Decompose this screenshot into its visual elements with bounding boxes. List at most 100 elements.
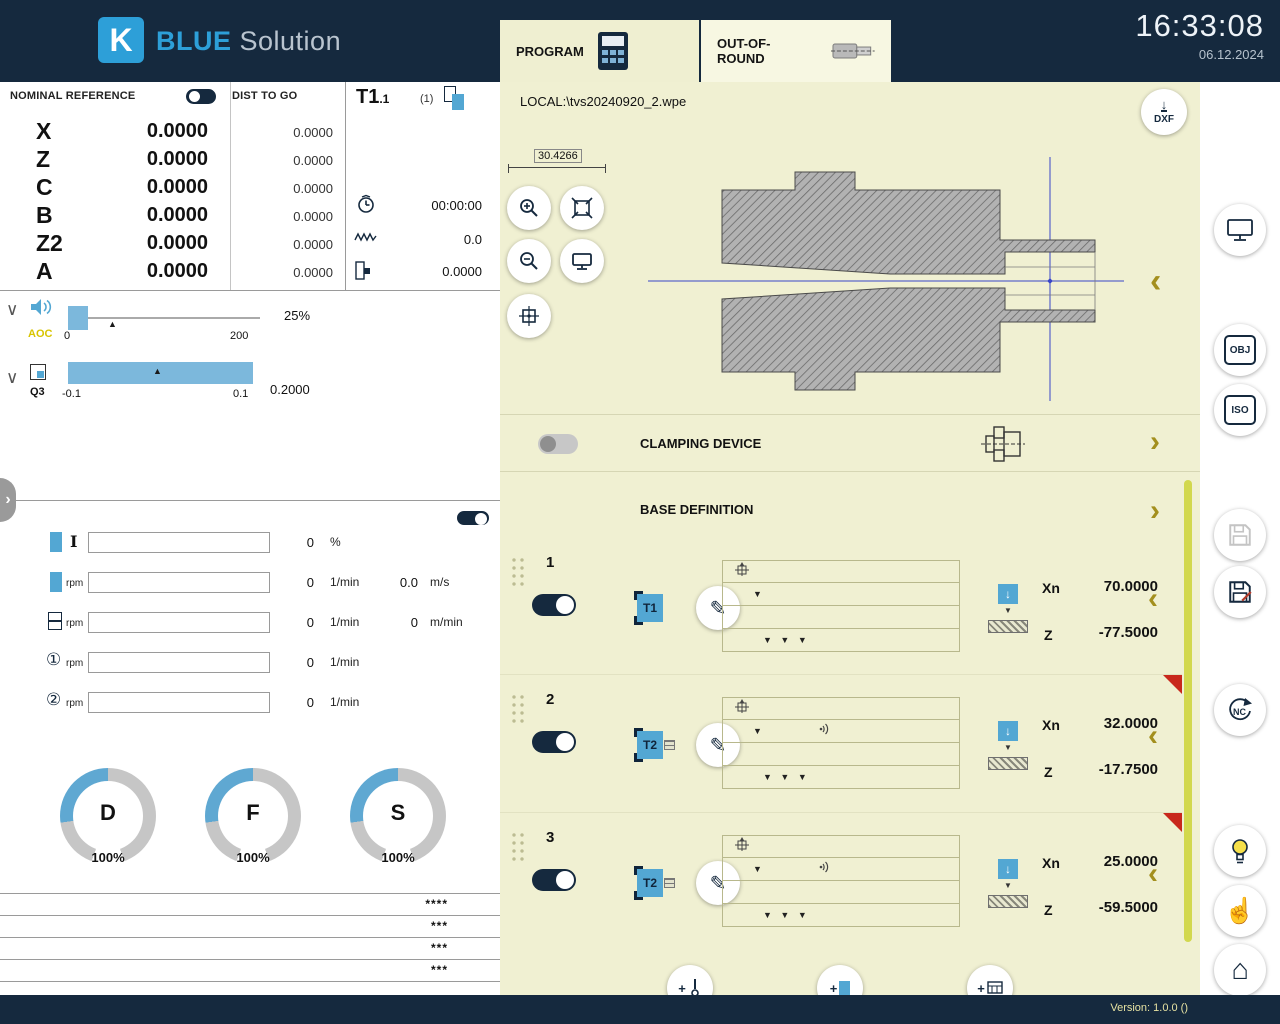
tab-out-of-round[interactable]: OUT-OF-ROUND [699,20,891,82]
row-collapse-chevron[interactable]: ‹ [1148,721,1158,751]
date: 06.12.2024 [1135,47,1264,62]
program-keypad-icon [598,32,628,70]
feed-override-label: AOC [28,328,52,340]
feed-speed-input[interactable] [88,612,270,633]
base-definition-label: BASE DEFINITION [640,502,753,517]
aux-spindle2-input[interactable] [88,692,270,713]
aux-spindle1-value: 0 [290,655,314,670]
dimension-value: 30.4266 [534,149,582,163]
save-as-icon [1227,579,1253,605]
potentiometer-input[interactable] [88,532,270,553]
dropdown-icon[interactable]: ▼ [753,726,762,736]
zoom-in-button[interactable] [507,186,551,230]
obj-file-button[interactable]: OBJ [1214,324,1266,376]
override-gauge-d: D 100% [60,768,160,868]
xn-value: 32.0000 [1066,715,1158,732]
center-view-button[interactable] [507,294,551,338]
dropdown-icon[interactable]: ▼ [753,864,762,874]
tool-direction-icon: ↓ [998,859,1018,879]
alert-flag [1163,675,1182,694]
drag-handle[interactable] [508,829,524,861]
download-icon: ↓ [1161,99,1168,112]
tool-icon [839,981,850,996]
feed-slider-fill[interactable] [68,306,88,330]
expand-options-icon[interactable]: ▼ ▼ ▼ [763,772,810,782]
axis-row: B0.00000.0000 [0,202,345,230]
view-mode-button[interactable] [560,239,604,283]
clamping-device-toggle[interactable] [538,434,578,454]
tool-offset-value: 0.0000 [396,264,482,279]
feed-slider-track[interactable] [68,317,260,319]
nc-transfer-button[interactable]: NC [1214,684,1266,736]
tool-chip[interactable]: T2 [637,731,663,759]
clock: 16:33:08 [1135,8,1264,44]
q3-icon [30,364,46,380]
row-parameter-box: ▼ ▼ ▼ ▼ [722,697,960,789]
save-icon [1227,522,1253,548]
row-collapse-chevron[interactable]: ‹ [1148,859,1158,889]
clamping-open-chevron[interactable]: › [1150,427,1160,457]
row-parameter-box: ▼ ▼ ▼ ▼ [722,560,960,652]
scrollbar[interactable] [1184,480,1192,942]
status-line: **** [0,894,500,916]
dxf-export-button[interactable]: ↓ DXF [1141,89,1187,135]
stock-surface-icon [988,895,1028,908]
row-index: 3 [546,829,554,846]
out-of-round-part-icon [831,36,875,66]
feed-collapse-chevron[interactable]: ∨ [6,300,18,320]
xn-value: 70.0000 [1066,578,1158,595]
hand-pointer-icon: ☝ [1224,897,1255,926]
position-panel: NOMINAL REFERENCE DIST TO GO X0.00000.00… [0,82,500,995]
drag-handle[interactable] [508,554,524,586]
row-enable-toggle[interactable] [532,869,576,891]
q3-max-label: 0.1 [233,388,248,400]
cycle-timer: 00:00:00 [396,198,482,213]
zoom-fit-button[interactable] [560,186,604,230]
aux-spindle1-input[interactable] [88,652,270,673]
program-file-path: LOCAL:\tvs20240920_2.wpe [520,94,686,109]
tab-program[interactable]: PROGRAM [500,20,699,82]
light-button[interactable] [1214,825,1266,877]
tool-chip[interactable]: T1 [637,594,663,622]
q3-collapse-chevron[interactable]: ∨ [6,368,18,388]
display-settings-button[interactable] [1214,204,1266,256]
zoom-out-button[interactable] [507,239,551,283]
nominal-reference-toggle[interactable] [186,89,216,104]
base-definition-chevron[interactable]: › [1150,496,1160,526]
nominal-reference-label: NOMINAL REFERENCE [10,90,135,102]
potentiometer-unit: % [330,535,341,549]
tool-chip[interactable]: T2 [637,869,663,897]
row-collapse-chevron[interactable]: ‹ [1148,584,1158,614]
feed-slider-marker[interactable]: ▲ [108,319,117,329]
stock-surface-icon [988,757,1028,770]
alert-flag [1163,813,1182,832]
feed-speed-unit: 1/min [330,615,359,629]
q3-slider-marker[interactable]: ▲ [153,366,162,376]
expand-options-icon[interactable]: ▼ ▼ ▼ [763,910,810,920]
spindle-speed-unit: 1/min [330,575,359,589]
spindle-speed-input[interactable] [88,572,270,593]
row-index: 1 [546,554,554,571]
dimension-annotation: 30.4266 [508,146,606,175]
q3-label: Q3 [30,386,45,398]
expand-options-icon[interactable]: ▼ ▼ ▼ [763,635,810,645]
nc-transfer-icon: NC [1226,696,1254,724]
clock-area: 16:33:08 06.12.2024 [1135,8,1264,62]
position-icon [733,562,751,582]
iso-file-button[interactable]: ISO [1214,384,1266,436]
rpm-label: rpm [66,618,83,629]
drag-handle[interactable] [508,691,524,723]
q3-value: 0.2000 [270,382,310,397]
save-as-button[interactable] [1214,566,1266,618]
manual-section-toggle[interactable] [456,510,490,526]
dropdown-icon[interactable]: ▼ [753,589,762,599]
save-button[interactable] [1214,509,1266,561]
touch-mode-button[interactable]: ☝ [1214,885,1266,937]
drawing-collapse-chevron[interactable]: ‹ [1150,264,1161,298]
row-enable-toggle[interactable] [532,594,576,616]
tool-direction-icon: ↓ [998,721,1018,741]
row-enable-toggle[interactable] [532,731,576,753]
dimension-line [508,167,606,175]
speaker-icon [30,298,54,321]
home-button[interactable]: ⌂ [1214,944,1266,996]
